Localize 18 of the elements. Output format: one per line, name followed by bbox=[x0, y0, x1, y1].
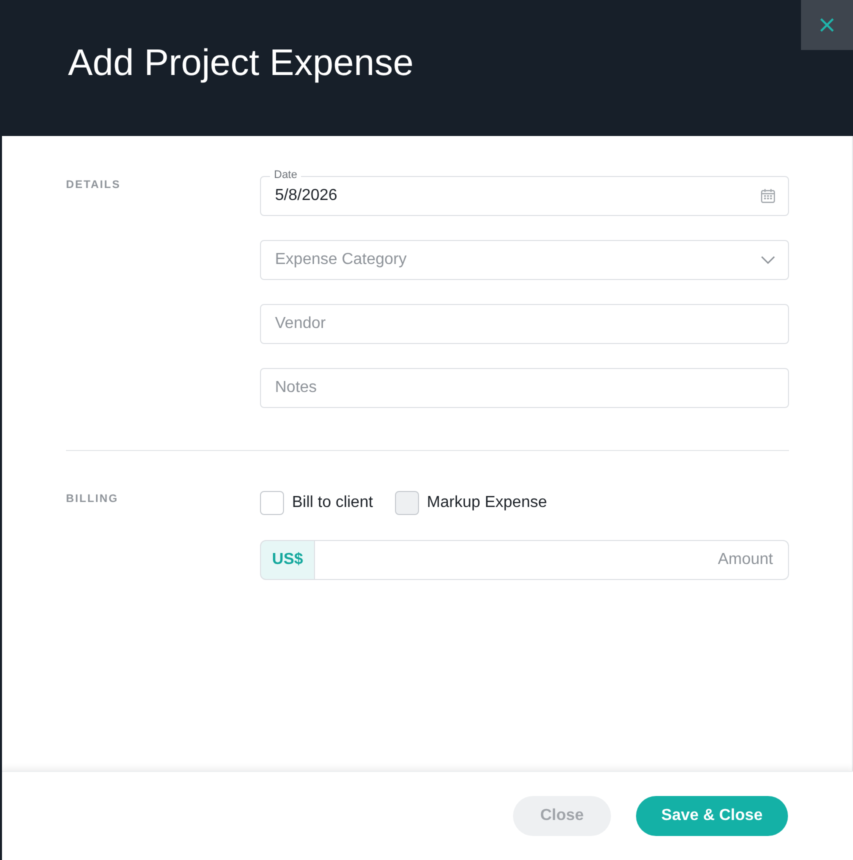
calendar-icon bbox=[761, 189, 775, 203]
close-icon bbox=[820, 18, 834, 32]
save-button[interactable]: Save & Close bbox=[636, 796, 788, 836]
category-select[interactable]: Expense Category bbox=[260, 240, 789, 280]
checkbox[interactable] bbox=[260, 491, 284, 515]
chevron-down-icon bbox=[761, 256, 775, 264]
currency-prefix: US$ bbox=[260, 540, 315, 580]
text-field[interactable]: Vendor bbox=[260, 304, 789, 344]
cancel-button[interactable]: Close bbox=[513, 796, 611, 836]
checkbox-label: Bill to client bbox=[292, 493, 373, 513]
amount-field[interactable]: Amount bbox=[314, 540, 789, 580]
section-heading: DETAILS bbox=[66, 179, 122, 192]
close-button[interactable] bbox=[801, 0, 853, 50]
section-heading: BILLING bbox=[66, 493, 120, 506]
text-field[interactable]: Notes bbox=[260, 368, 789, 408]
checkbox-label: Markup Expense bbox=[426, 493, 547, 513]
field-label: Date bbox=[270, 170, 302, 181]
dialog-title: Add Project Expense bbox=[68, 41, 414, 85]
